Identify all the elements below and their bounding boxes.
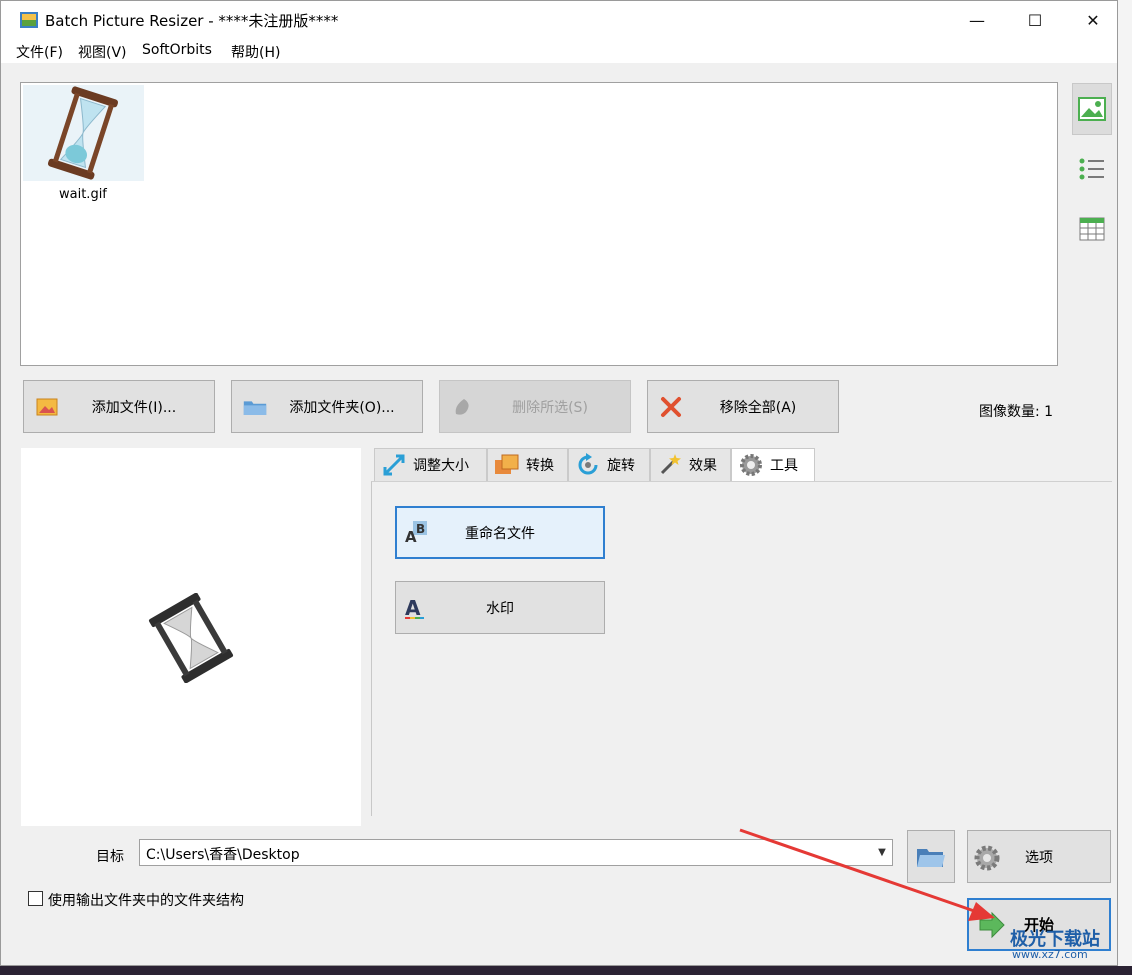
remove-x-icon [659, 395, 683, 419]
folder-structure-checkbox[interactable] [28, 891, 43, 906]
tab-resize[interactable]: 调整大小 [374, 448, 487, 482]
tab-effects[interactable]: 效果 [650, 448, 731, 482]
gear-icon [738, 452, 764, 478]
tab-rotate-label: 旋转 [607, 458, 635, 474]
chevron-down-icon[interactable]: ▼ [871, 839, 893, 866]
desktop-background [1118, 0, 1132, 975]
rename-files-label: 重命名文件 [465, 525, 535, 542]
settings-gear-icon [974, 845, 1000, 871]
watermark-label: 水印 [486, 600, 514, 617]
open-folder-icon [917, 848, 945, 867]
add-image-icon [35, 395, 59, 419]
menu-help[interactable]: 帮助(H) [231, 42, 280, 62]
image-count: 图像数量: 1 [979, 404, 1054, 420]
eraser-icon [451, 395, 475, 419]
file-list[interactable] [20, 82, 1058, 366]
tab-resize-label: 调整大小 [413, 458, 469, 474]
folder-structure-label: 使用输出文件夹中的文件夹结构 [48, 893, 244, 909]
image-preview [21, 448, 361, 826]
tab-tools[interactable]: 工具 [731, 448, 815, 482]
menu-view[interactable]: 视图(V) [78, 42, 127, 62]
destination-path-input[interactable]: C:\Users\香香\Desktop [139, 839, 893, 866]
site-watermark-url: www.xz7.com [1012, 948, 1088, 961]
image-view-icon [1078, 97, 1106, 121]
app-icon [20, 12, 38, 28]
remove-all-button[interactable]: 移除全部(A) [647, 380, 839, 433]
list-view-button[interactable] [1072, 143, 1112, 195]
menu-bar: 文件(F) 视图(V) SoftOrbits 帮助(H) [1, 39, 1117, 63]
destination-label: 目标 [96, 849, 124, 865]
start-arrow-icon [979, 911, 1005, 939]
watermark-button[interactable]: A 水印 [395, 581, 605, 634]
add-file-button[interactable]: 添加文件(I)... [23, 380, 215, 433]
folder-icon [243, 395, 267, 419]
options-button[interactable]: 选项 [967, 830, 1111, 883]
desktop-taskbar-edge [0, 966, 1132, 975]
options-label: 选项 [1025, 849, 1053, 866]
title-bar: Batch Picture Resizer - ****未注册版**** — ☐… [1, 1, 1117, 39]
window-title: Batch Picture Resizer - ****未注册版**** [45, 12, 339, 30]
app-window: Batch Picture Resizer - ****未注册版**** — ☐… [0, 0, 1118, 966]
magic-wand-icon [657, 452, 683, 478]
svg-text:B: B [416, 522, 425, 536]
tab-convert[interactable]: 转换 [487, 448, 568, 482]
watermark-a-icon: A [405, 596, 424, 620]
tab-effects-label: 效果 [689, 458, 717, 474]
list-icon [1079, 158, 1104, 180]
rename-files-button[interactable]: A B 重命名文件 [395, 506, 605, 559]
menu-softorbits[interactable]: SoftOrbits [142, 42, 212, 58]
table-icon [1079, 217, 1105, 241]
close-button[interactable]: ✕ [1064, 1, 1122, 39]
resize-icon [381, 452, 407, 478]
rotate-icon [575, 452, 601, 478]
add-folder-button[interactable]: 添加文件夹(O)... [231, 380, 423, 433]
preview-hourglass-image [148, 593, 234, 683]
maximize-button[interactable]: ☐ [1006, 1, 1064, 39]
convert-icon [494, 452, 520, 478]
svg-text:A: A [405, 596, 421, 620]
delete-selected-button[interactable]: 删除所选(S) [439, 380, 631, 433]
minimize-button[interactable]: — [948, 1, 1006, 39]
file-thumbnail[interactable] [23, 85, 144, 181]
tab-tools-label: 工具 [770, 458, 798, 474]
rename-ab-icon: A B [405, 521, 427, 546]
tab-convert-label: 转换 [526, 458, 554, 474]
hourglass-icon [47, 86, 119, 180]
menu-file[interactable]: 文件(F) [16, 42, 63, 62]
table-view-button[interactable] [1072, 203, 1112, 255]
browse-folder-button[interactable] [907, 830, 955, 883]
file-name-label: wait.gif [59, 187, 107, 202]
tab-rotate[interactable]: 旋转 [568, 448, 650, 482]
thumbnail-view-button[interactable] [1072, 83, 1112, 135]
